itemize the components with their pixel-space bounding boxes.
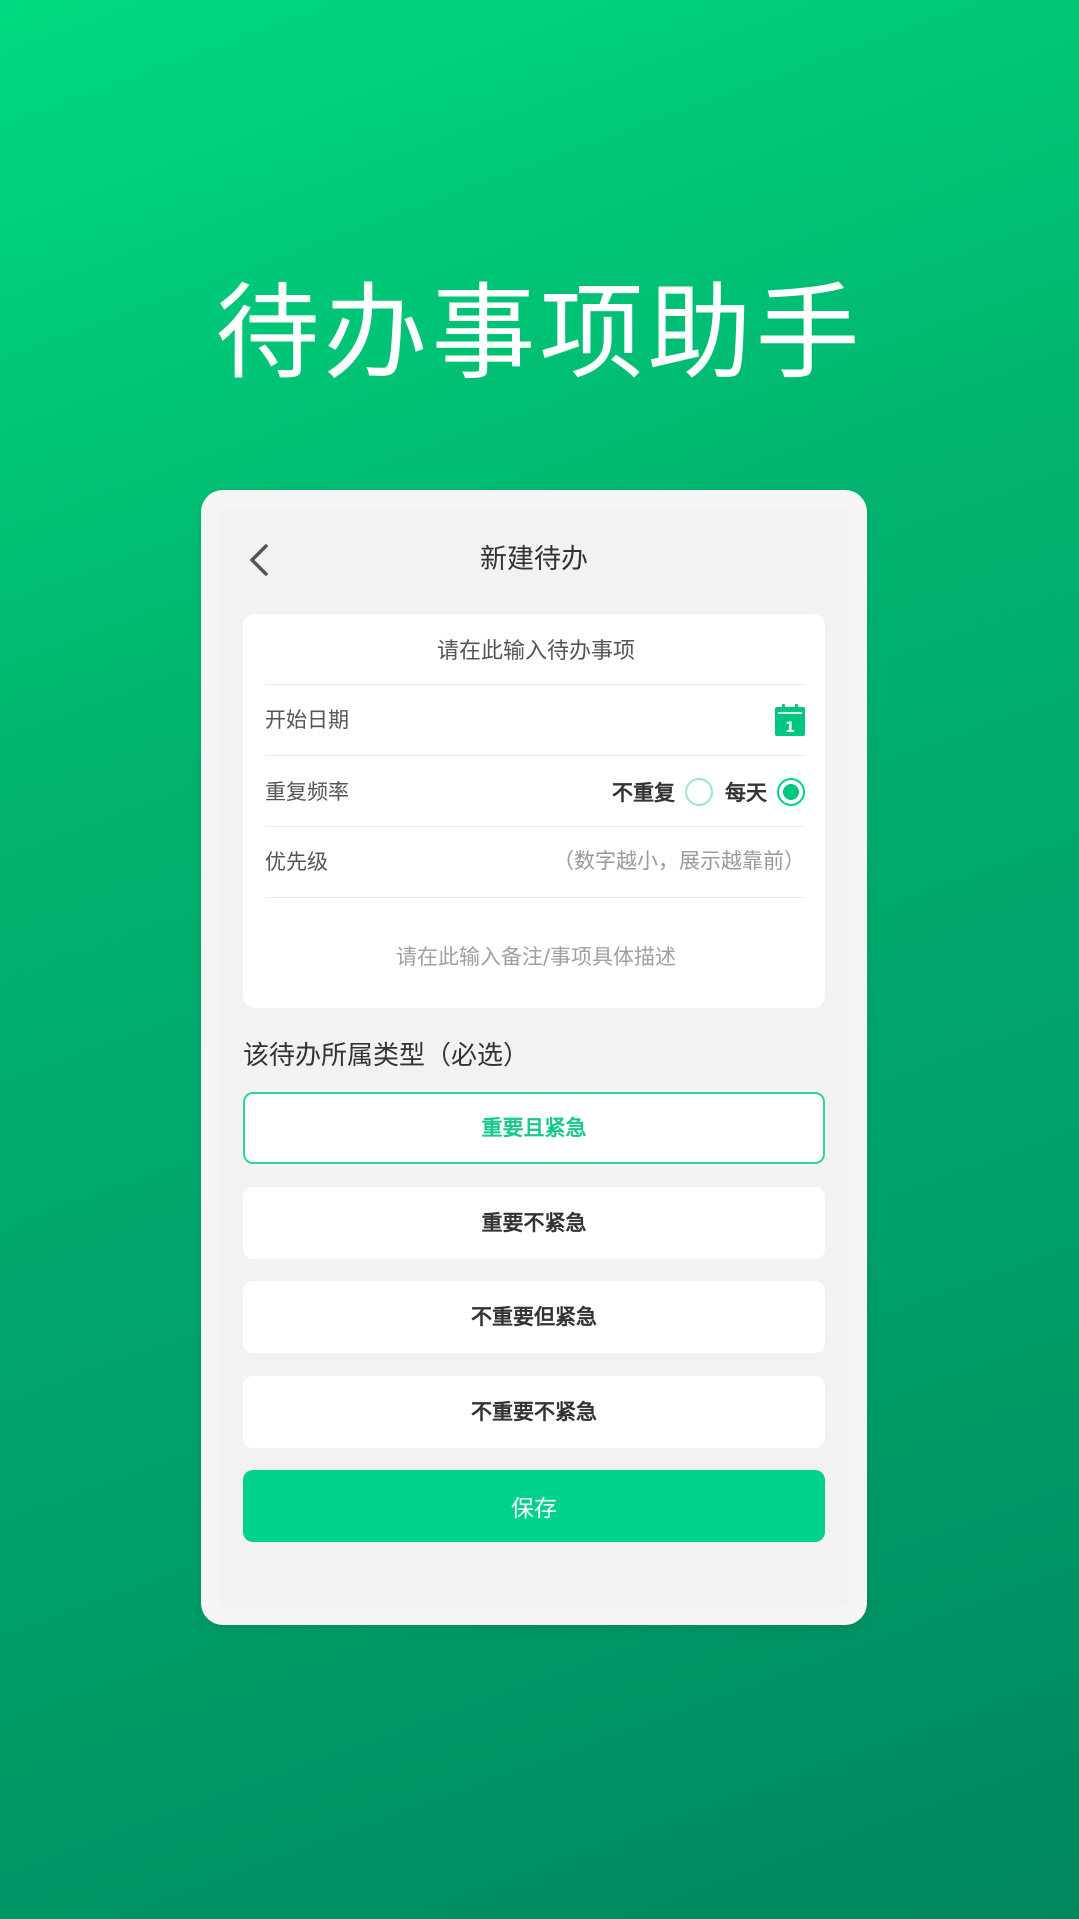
divider [265, 755, 805, 756]
divider [265, 684, 805, 685]
hero-title: 待办事项助手 [215, 272, 864, 394]
category-option-important-not-urgent[interactable]: 重要不紧急 [243, 1187, 825, 1259]
repeat-option-daily-radio[interactable] [777, 778, 805, 806]
divider [265, 897, 805, 898]
start-date-label: 开始日期 [265, 708, 349, 732]
category-option-important-urgent[interactable]: 重要且紧急 [243, 1092, 825, 1164]
calendar-icon[interactable]: 1 [775, 704, 805, 736]
nav-bar: 新建待办 [219, 508, 849, 608]
repeat-option-none-label[interactable]: 不重复 [612, 777, 675, 807]
form-card: 开始日期 1 重复频率 不重复 每天 优先级 （数字越小，展示越靠前） [243, 614, 829, 1008]
calendar-day-text: 1 [785, 720, 795, 736]
phone-frame: 新建待办 开始日期 1 重复频率 不重复 每天 优先级 [201, 490, 867, 1625]
todo-title-input[interactable] [243, 630, 829, 672]
new-todo-screen: 新建待办 开始日期 1 重复频率 不重复 每天 优先级 [219, 508, 849, 1607]
repeat-option-daily-label[interactable]: 每天 [725, 777, 767, 807]
category-option-not-important-not-urgent[interactable]: 不重要不紧急 [243, 1376, 825, 1448]
priority-label: 优先级 [265, 850, 328, 874]
page-title: 新建待办 [480, 544, 588, 575]
category-option-not-important-urgent[interactable]: 不重要但紧急 [243, 1281, 825, 1353]
repeat-radio-group: 不重复 每天 [612, 776, 805, 808]
note-input[interactable] [243, 936, 829, 978]
priority-input-hint[interactable]: （数字越小，展示越靠前） [553, 846, 805, 876]
category-section-title: 该待办所属类型（必选） [243, 1041, 530, 1071]
repeat-option-none-radio[interactable] [685, 778, 713, 806]
repeat-label: 重复频率 [265, 780, 349, 804]
save-button[interactable]: 保存 [243, 1470, 825, 1542]
divider [265, 826, 805, 827]
